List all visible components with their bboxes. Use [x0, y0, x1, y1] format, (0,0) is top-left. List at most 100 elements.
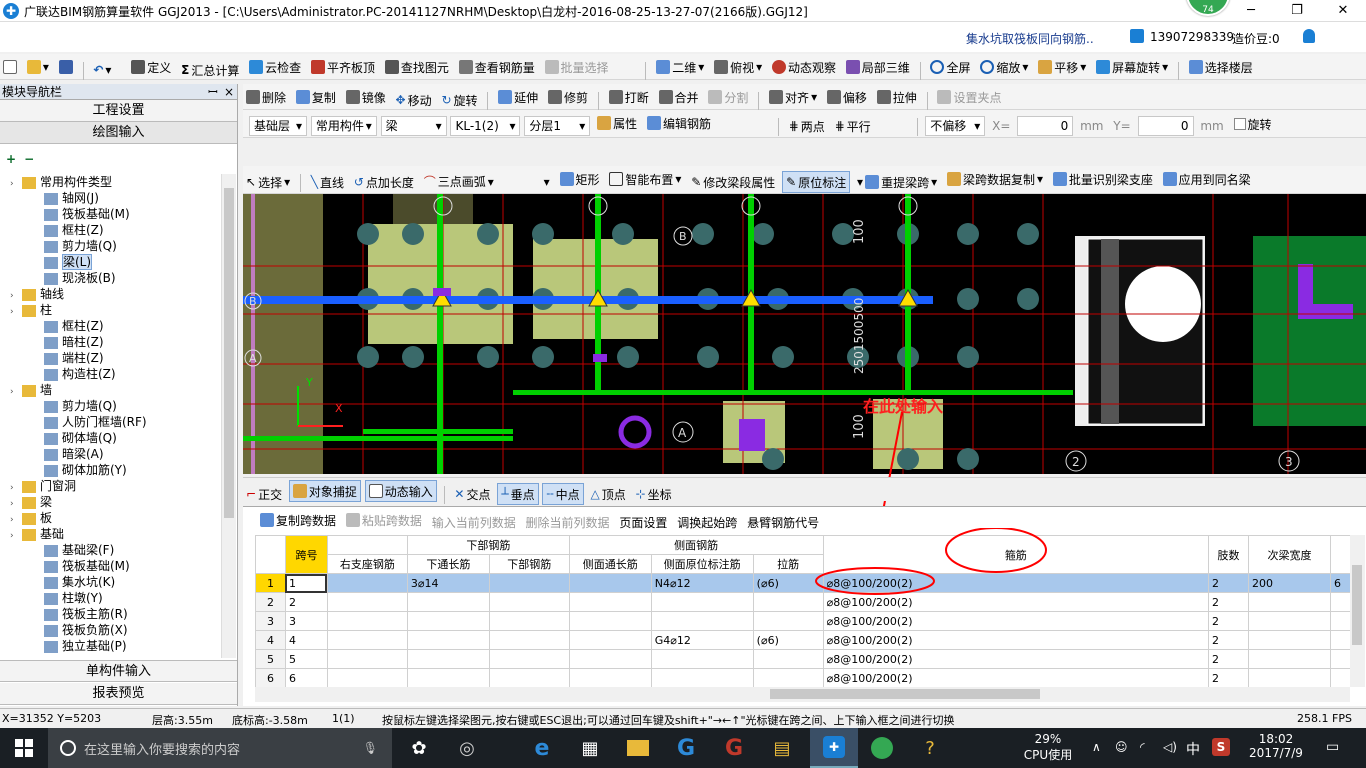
microphone-icon[interactable]: 🎙 — [363, 741, 378, 755]
snap-dynamic-input[interactable]: 动态输入 — [364, 480, 437, 502]
tree-item[interactable]: 暗梁(A) — [0, 446, 220, 462]
cell-stirrup[interactable]: ⌀8@100/200(2) — [822, 573, 1210, 593]
cell-tie[interactable]: (⌀6) — [752, 573, 824, 593]
cell-extra[interactable] — [1329, 611, 1350, 631]
cell-bottom-thru[interactable]: 3⌀14 — [406, 573, 490, 593]
cell-tie[interactable] — [752, 592, 824, 612]
snap-vertex[interactable]: △ 顶点 — [587, 483, 628, 505]
cell-bottom-thru[interactable] — [406, 592, 490, 612]
tree-item[interactable]: 端柱(Z) — [0, 350, 220, 366]
tb2-trim[interactable]: 修剪 — [545, 86, 591, 108]
tb2-align[interactable]: 对齐 ▾ — [766, 86, 820, 108]
sogou-ime-icon[interactable]: S — [1212, 738, 1230, 756]
tb1-find-element[interactable]: 查找图元 — [382, 56, 452, 78]
tb2-set-grip[interactable]: 设置夹点 — [934, 86, 1004, 108]
cell-right[interactable] — [326, 668, 408, 687]
paste-span-data-button[interactable]: 粘贴跨数据 — [343, 509, 425, 531]
green-app-icon[interactable] — [858, 728, 906, 768]
tree-item[interactable]: › 门窗洞 — [0, 478, 220, 494]
cell-side-thru[interactable] — [568, 668, 652, 687]
col-span-no[interactable]: 跨号 — [284, 535, 328, 574]
tb4-batch-support[interactable]: 批量识别梁支座 — [1050, 168, 1156, 190]
table-row[interactable]: 1 1 3⌀14 N4⌀12 (⌀6) ⌀8@100/200(2) 2 200 6 — [255, 573, 1350, 593]
element-select[interactable]: KL-1(2) ▾ — [450, 116, 521, 136]
restore-button[interactable]: ❐ — [1274, 0, 1320, 22]
tree-item[interactable]: 梁(L) — [0, 254, 220, 270]
cell-legs[interactable]: 2 — [1208, 592, 1250, 612]
score-badge[interactable]: 74 — [1186, 0, 1230, 16]
pin-icon[interactable]: ꟷ — [208, 84, 218, 100]
tb4-apply-same-name[interactable]: 应用到同名梁 — [1160, 168, 1254, 190]
tb4-three-point-arc[interactable]: ⌒ 三点画弧 ▾ — [421, 171, 497, 193]
tree-item[interactable]: 柱墩(Y) — [0, 590, 220, 606]
tree-scroll-thumb[interactable] — [224, 188, 234, 518]
cell-legs[interactable]: 2 — [1208, 611, 1250, 631]
page-settings-button[interactable]: 页面设置 — [616, 512, 670, 534]
new-file-button[interactable] — [0, 56, 20, 78]
table-hscroll-thumb[interactable] — [770, 689, 1040, 699]
store-icon[interactable]: ▦ — [566, 728, 614, 768]
cell-span[interactable]: 4 — [284, 630, 328, 650]
cell-side-in[interactable]: N4⌀12 — [650, 573, 754, 593]
cell-bottom-thru[interactable] — [406, 668, 490, 687]
tb4-line[interactable]: ╲ 直线 — [308, 171, 347, 193]
tb2-move[interactable]: ✥ 移动 — [393, 89, 435, 111]
cell-side-in[interactable] — [650, 611, 754, 631]
tree-item[interactable]: 框柱(Z) — [0, 318, 220, 334]
cell-sub-w[interactable] — [1248, 611, 1331, 631]
notes-icon[interactable]: ▤ — [758, 728, 806, 768]
cell-span[interactable]: 3 — [284, 611, 328, 631]
ime-indicator[interactable]: 中 — [1186, 739, 1200, 759]
tb1-define[interactable]: 定义 — [128, 56, 174, 78]
copy-span-data-button[interactable]: 复制跨数据 — [257, 509, 339, 531]
tree-item[interactable]: 构造柱(Z) — [0, 366, 220, 382]
tb1-2d[interactable]: 二维 ▾ — [653, 56, 707, 78]
tree-item[interactable]: › 常用构件类型 — [0, 174, 220, 190]
cell-bottom-thru[interactable] — [406, 649, 490, 669]
col-sub-width[interactable]: 次梁宽度 — [1248, 535, 1331, 574]
cell-right[interactable] — [326, 592, 408, 612]
tree-item[interactable]: 轴网(J) — [0, 190, 220, 206]
tree-item[interactable]: › 板 — [0, 510, 220, 526]
table-row[interactable]: 3 3 ⌀8@100/200(2) 2 — [255, 611, 1350, 631]
snap-intersection[interactable]: ✕ 交点 — [451, 483, 493, 505]
save-button[interactable] — [56, 56, 76, 78]
properties-button[interactable]: 属性 — [594, 112, 640, 134]
tb1-pan[interactable]: 平移 ▾ — [1035, 56, 1089, 78]
cell-span[interactable]: 6 — [284, 668, 328, 687]
tree-item[interactable]: 框柱(Z) — [0, 222, 220, 238]
tree-item[interactable]: 砌体加筋(Y) — [0, 462, 220, 478]
cell-bottom[interactable] — [488, 668, 570, 687]
category-select[interactable]: 常用构件 ▾ — [310, 115, 377, 136]
tb1-align-top[interactable]: 平齐板顶 — [308, 56, 378, 78]
cell-side-in[interactable] — [650, 668, 754, 687]
cell-bottom-thru[interactable] — [406, 611, 490, 631]
tree-item[interactable]: › 柱 — [0, 302, 220, 318]
cell-sub-w[interactable] — [1248, 649, 1331, 669]
cell-side-thru[interactable] — [568, 611, 652, 631]
table-vscrollbar[interactable] — [1350, 535, 1365, 687]
tb1-top-view[interactable]: 俯视 ▾ — [711, 56, 765, 78]
cell-bottom[interactable] — [488, 630, 570, 650]
tb1-screen-rotate[interactable]: 屏幕旋转 ▾ — [1093, 56, 1171, 78]
tree-item[interactable]: 集水坑(K) — [0, 574, 220, 590]
cell-sub-w[interactable] — [1248, 668, 1331, 687]
tb2-stretch[interactable]: 拉伸 — [874, 86, 920, 108]
table-row[interactable]: 5 5 ⌀8@100/200(2) 2 — [255, 649, 1350, 669]
parallel-button[interactable]: ⋕ 平行 — [832, 115, 874, 137]
y-offset-input[interactable]: 0 — [1137, 116, 1194, 136]
cell-stirrup[interactable]: ⌀8@100/200(2) — [822, 649, 1210, 669]
tb2-break[interactable]: 打断 — [606, 86, 652, 108]
cell-legs[interactable]: 2 — [1208, 649, 1250, 669]
tree-item[interactable]: 现浇板(B) — [0, 270, 220, 286]
table-vscroll-thumb[interactable] — [1352, 565, 1362, 645]
cell-side-thru[interactable] — [568, 649, 652, 669]
tree-item[interactable]: 剪力墙(Q) — [0, 238, 220, 254]
col-tie-bar[interactable]: 拉筋 — [752, 554, 824, 574]
cell-right[interactable] — [326, 630, 408, 650]
tree-item[interactable]: 筏板主筋(R) — [0, 606, 220, 622]
expand-all-icon[interactable]: + — [6, 152, 16, 166]
tb2-extend[interactable]: 延伸 — [495, 86, 541, 108]
cell-right[interactable] — [326, 611, 408, 631]
snap-perpendicular[interactable]: ┴ 垂点 — [497, 483, 539, 505]
